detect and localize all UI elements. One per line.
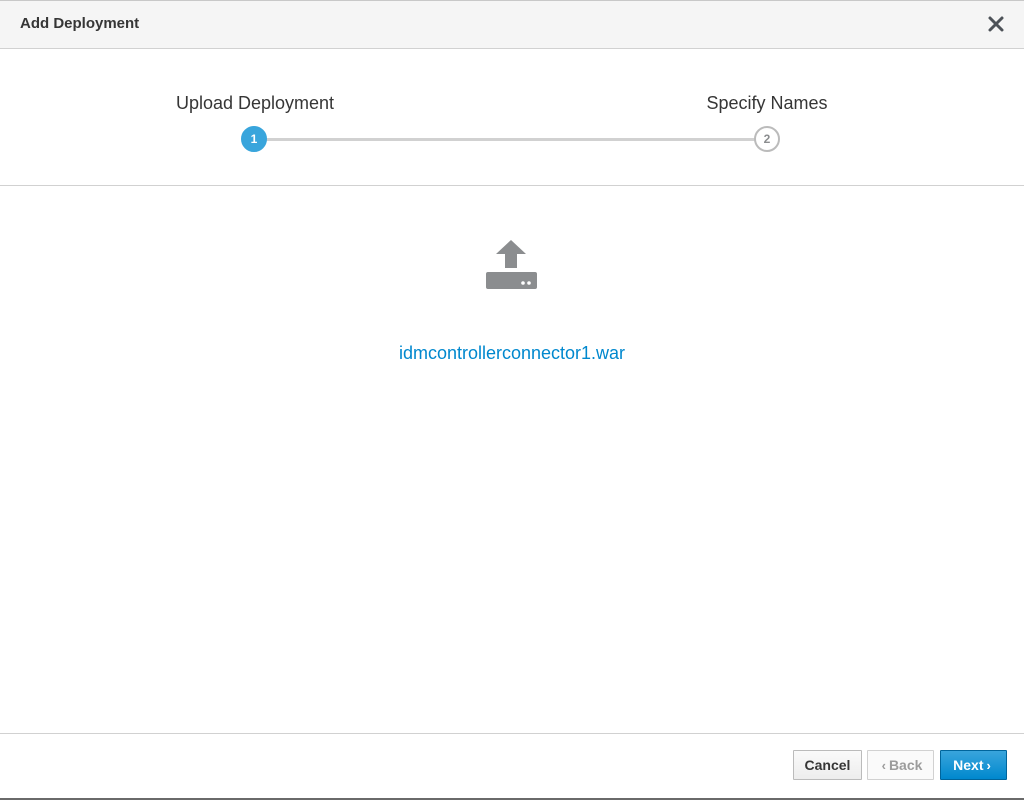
- back-button[interactable]: ‹ Back: [867, 750, 934, 780]
- cancel-button[interactable]: Cancel: [793, 750, 862, 780]
- chevron-left-icon: ‹: [881, 758, 886, 773]
- add-deployment-dialog: Add Deployment Upload Deployment Specify…: [0, 0, 1024, 800]
- dialog-title: Add Deployment: [20, 15, 140, 32]
- back-button-label: Back: [888, 757, 923, 773]
- cancel-button-label: Cancel: [804, 757, 851, 773]
- uploaded-file-link[interactable]: idmcontrollerconnector1.war: [399, 343, 625, 364]
- wizard-steps: Upload Deployment Specify Names 1 2: [0, 49, 1024, 186]
- step-1-indicator[interactable]: 1: [241, 126, 267, 152]
- step-progress-line: [255, 138, 767, 141]
- next-button-label: Next: [953, 757, 984, 773]
- chevron-right-icon: ›: [986, 758, 991, 773]
- dialog-footer: Cancel ‹ Back Next ›: [0, 733, 1024, 799]
- next-button[interactable]: Next ›: [940, 750, 1007, 780]
- step-label-upload-deployment: Upload Deployment: [175, 93, 335, 113]
- step-2-indicator[interactable]: 2: [754, 126, 780, 152]
- dialog-header: Add Deployment: [0, 1, 1024, 49]
- close-icon[interactable]: [986, 14, 1006, 34]
- step-label-specify-names: Specify Names: [706, 93, 828, 113]
- upload-icon: [484, 240, 539, 292]
